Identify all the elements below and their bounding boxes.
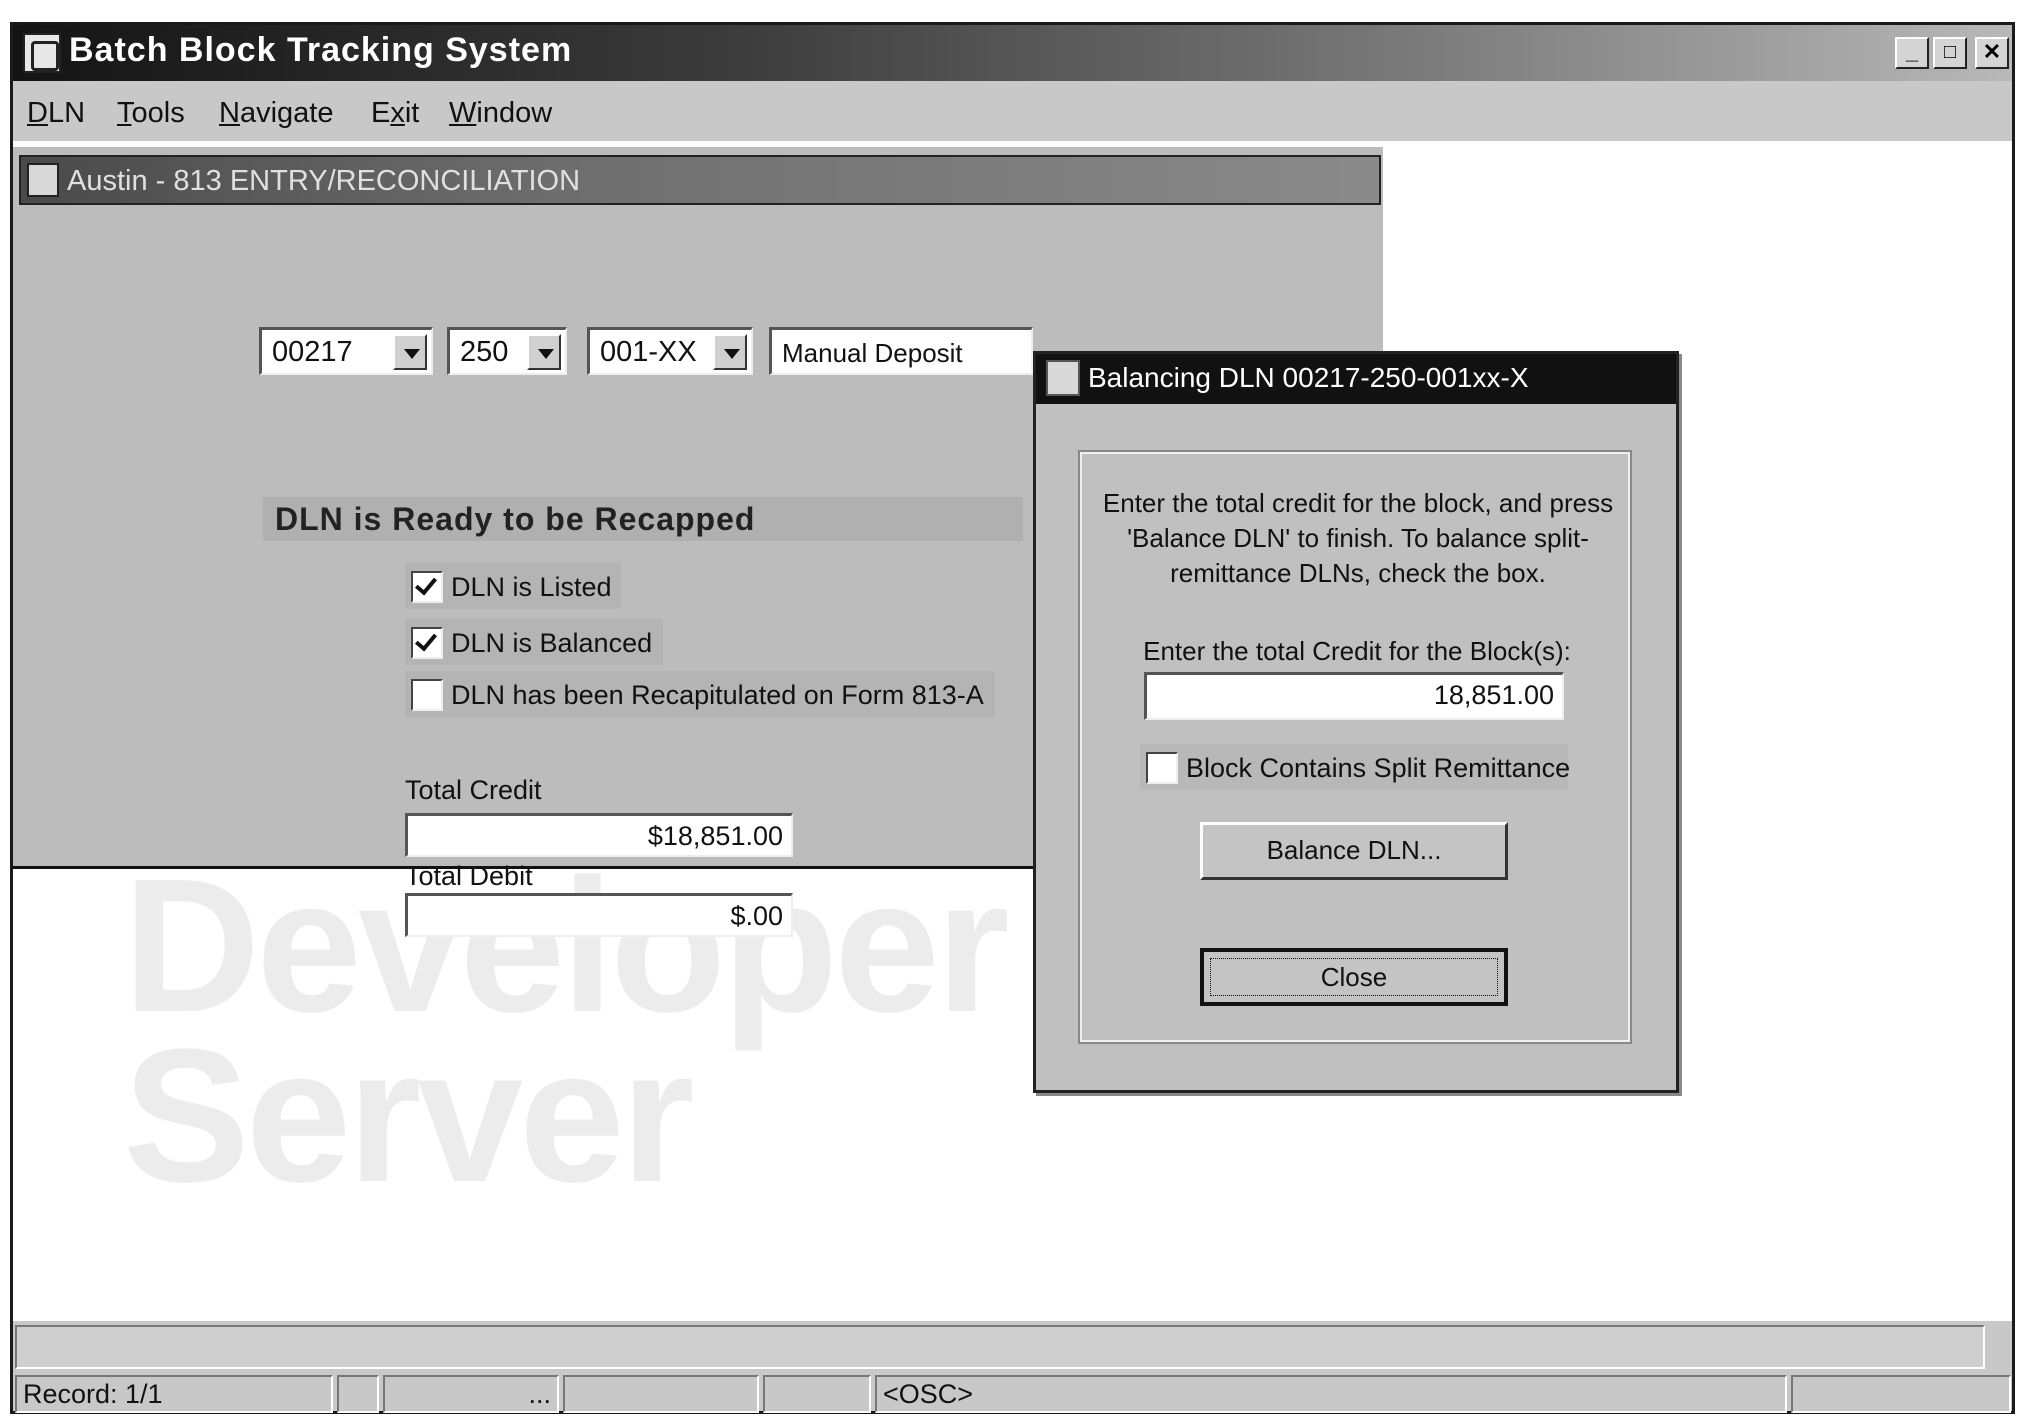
split-remittance-checkbox[interactable]: Block Contains Split Remittance — [1140, 744, 1570, 790]
menu-navigate[interactable]: Navigate — [219, 97, 333, 130]
window-icon[interactable] — [27, 163, 59, 197]
dialog-icon[interactable] — [1046, 360, 1080, 396]
dln-prefix-combo[interactable]: 00217 — [259, 327, 433, 375]
status-segment-blank-2 — [563, 1375, 759, 1413]
chevron-down-icon[interactable] — [713, 334, 747, 370]
app-window: Batch Block Tracking System _ □ ✕ DLN To… — [10, 22, 2015, 1414]
dln-listed-checkbox[interactable]: DLN is Listed — [405, 563, 621, 609]
dialog-instructions: Enter the total credit for the block, an… — [1102, 488, 1614, 588]
app-icon[interactable] — [23, 33, 61, 73]
checkbox-checked-icon[interactable] — [411, 627, 443, 659]
dln-balanced-checkbox[interactable]: DLN is Balanced — [405, 619, 663, 665]
total-debit-field[interactable]: $.00 — [405, 893, 793, 937]
menu-bar: DLN Tools Navigate Exit Window — [13, 81, 2012, 141]
dln-status-heading: DLN is Ready to be Recapped — [263, 497, 1023, 541]
dln-block-combo[interactable]: 250 — [447, 327, 567, 375]
dialog-group-panel: Enter the total credit for the block, an… — [1078, 450, 1632, 1044]
dln-recapitulated-checkbox[interactable]: DLN has been Recapitulated on Form 813-A — [405, 671, 995, 717]
dln-serial-combo[interactable]: 001-XX — [587, 327, 753, 375]
chevron-down-icon[interactable] — [527, 334, 561, 370]
inner-window-titlebar[interactable]: Austin - 813 ENTRY/RECONCILIATION — [19, 155, 1381, 205]
status-segment-blank-1 — [337, 1375, 379, 1413]
maximize-button[interactable]: □ — [1933, 37, 1967, 69]
dialog-titlebar[interactable]: Balancing DLN 00217-250-001xx-X — [1036, 354, 1676, 404]
total-credit-field[interactable]: $18,851.00 — [405, 813, 793, 857]
inner-window-title: Austin - 813 ENTRY/RECONCILIATION — [67, 165, 581, 197]
dialog-title: Balancing DLN 00217-250-001xx-X — [1088, 362, 1529, 393]
dialog-close-button[interactable]: Close — [1200, 948, 1508, 1006]
menu-window[interactable]: Window — [449, 97, 552, 130]
balance-dln-button[interactable]: Balance DLN... — [1200, 822, 1508, 880]
credit-prompt-label: Enter the total Credit for the Block(s): — [1143, 636, 1571, 666]
menu-exit[interactable]: Exit — [371, 97, 419, 130]
status-segment-blank-3 — [763, 1375, 871, 1413]
checkbox-unchecked-icon[interactable] — [1146, 752, 1178, 784]
block-credit-input[interactable]: 18,851.00 — [1144, 672, 1564, 720]
total-debit-label: Total Debit — [405, 861, 533, 891]
minimize-button[interactable]: _ — [1895, 37, 1929, 69]
status-ellipsis: ... — [383, 1375, 559, 1413]
total-credit-label: Total Credit — [405, 775, 542, 805]
status-osc: <OSC> — [875, 1375, 1787, 1413]
app-title: Batch Block Tracking System — [69, 31, 573, 69]
app-titlebar[interactable]: Batch Block Tracking System _ □ ✕ — [13, 25, 2012, 81]
deposit-type-field[interactable]: Manual Deposit — [769, 327, 1033, 375]
menu-tools[interactable]: Tools — [117, 97, 185, 130]
menu-dln[interactable]: DLN — [27, 97, 85, 130]
status-segment-blank-4 — [1791, 1375, 2011, 1413]
status-record-count: Record: 1/1 — [15, 1375, 333, 1413]
checkbox-checked-icon[interactable] — [411, 571, 443, 603]
chevron-down-icon[interactable] — [393, 334, 427, 370]
balancing-dln-dialog: Balancing DLN 00217-250-001xx-X Enter th… — [1033, 351, 1679, 1093]
checkbox-unchecked-icon[interactable] — [411, 679, 443, 711]
close-button[interactable]: ✕ — [1975, 37, 2009, 69]
horizontal-scrollbar[interactable] — [15, 1325, 1985, 1369]
mdi-client-area: Developer Server Austin - 813 ENTRY/RECO… — [13, 141, 2012, 1321]
